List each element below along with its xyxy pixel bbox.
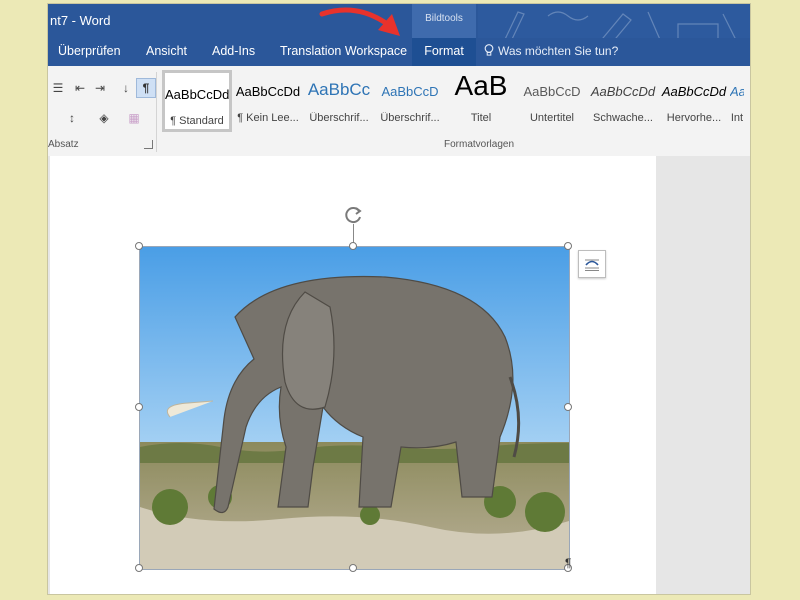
style-item[interactable]: AaBbCcDd Hervorhe...	[659, 70, 729, 132]
group-divider	[156, 72, 157, 152]
shading-icon: ◈	[99, 111, 109, 125]
style-name: Schwache...	[593, 112, 653, 124]
style-name: Int	[730, 112, 744, 124]
decrease-indent-button[interactable]: ⇤	[70, 78, 90, 98]
resize-handle-bottom-left[interactable]	[135, 564, 143, 572]
style-preview: AaBbCcDd	[165, 87, 229, 102]
resize-handle-top-right[interactable]	[564, 242, 572, 250]
layout-options-button[interactable]	[578, 250, 606, 278]
tab-ueberpruefen[interactable]: Überprüfen	[58, 38, 121, 66]
style-preview: AaBbCcDd	[235, 84, 301, 99]
resize-handle-top-left[interactable]	[135, 242, 143, 250]
line-spacing-icon: ↕	[69, 111, 75, 125]
context-group-label: Bildtools	[425, 13, 463, 24]
paragraph-mark: ¶	[565, 556, 572, 570]
style-preview: AaBbCcDd	[590, 84, 656, 99]
sort-button[interactable]: ↓	[116, 78, 136, 98]
ribbon: ☰ ⇤ ⇥ ↓ ¶ ↕ ◈ ▦ Absatz AaBbCcDd ¶ Standar…	[48, 66, 750, 157]
sort-icon: ↓	[123, 81, 129, 95]
style-preview: AaBbCcDd	[730, 84, 744, 99]
borders-button[interactable]: ▦	[124, 108, 144, 128]
word-window: nt7 - Word Bildtools Überprüfen Ansicht …	[48, 4, 750, 594]
elephant-image-icon	[140, 247, 569, 569]
style-name: Überschrif...	[380, 112, 440, 124]
style-item[interactable]: AaBbCcDd ¶ Kein Lee...	[233, 70, 303, 132]
borders-icon: ▦	[128, 111, 140, 125]
elephant-photo[interactable]	[139, 246, 570, 570]
show-formatting-button[interactable]: ¶	[136, 78, 156, 98]
style-preview: AaBbCcD	[381, 84, 439, 99]
paragraph-group-label: Absatz	[48, 139, 79, 150]
text-wrap-icon	[585, 259, 599, 271]
window-title: nt7 - Word	[50, 13, 111, 28]
style-name: Titel	[470, 112, 492, 124]
resize-handle-top[interactable]	[349, 242, 357, 250]
style-name: Hervorhe...	[666, 112, 722, 124]
resize-handle-bottom[interactable]	[349, 564, 357, 572]
resize-handle-right[interactable]	[564, 403, 572, 411]
list-icon: ☰	[52, 81, 64, 95]
paragraph-dialog-launcher[interactable]	[144, 140, 153, 149]
style-name: ¶ Kein Lee...	[237, 112, 299, 124]
bullets-dropdown[interactable]: ☰	[48, 78, 68, 98]
decrease-indent-icon: ⇤	[74, 81, 86, 95]
resize-handle-left[interactable]	[135, 403, 143, 411]
rotate-handle-icon[interactable]	[342, 204, 364, 226]
document-workspace: ¶	[48, 156, 750, 594]
style-item[interactable]: AaBbCcDd Schwache...	[588, 70, 658, 132]
tab-ansicht[interactable]: Ansicht	[146, 38, 187, 66]
line-spacing-button[interactable]: ↕	[62, 108, 82, 128]
increase-indent-button[interactable]: ⇥	[90, 78, 110, 98]
style-name: Überschrif...	[309, 112, 369, 124]
show-formatting-icon: ¶	[142, 81, 150, 95]
tab-add-ins[interactable]: Add-Ins	[212, 38, 255, 66]
tab-format[interactable]: Format	[412, 38, 476, 68]
style-name: Untertitel	[529, 112, 575, 124]
annotation-arrow-icon	[319, 7, 400, 36]
style-item[interactable]: AaBbCcD Untertitel	[517, 70, 587, 132]
style-item[interactable]: AaB Titel	[446, 70, 516, 132]
style-item[interactable]: AaBbCc Überschrif...	[304, 70, 374, 132]
style-item[interactable]: AaBbCcDd ¶ Standard	[162, 70, 232, 132]
style-preview: AaB	[454, 70, 508, 101]
style-preview: AaBbCcDd	[661, 84, 727, 99]
style-preview: AaBbCcD	[523, 84, 581, 99]
style-item[interactable]: AaBbCcDd Int	[730, 70, 744, 132]
style-name: ¶ Standard	[170, 115, 224, 127]
tell-me-label: Was möchten Sie tun?	[498, 44, 619, 58]
styles-group-label: Formatvorlagen	[444, 139, 515, 150]
document-page[interactable]: ¶	[50, 156, 656, 594]
style-item[interactable]: AaBbCcD Überschrif...	[375, 70, 445, 132]
lightbulb-icon	[484, 44, 494, 56]
style-preview: AaBbCc	[307, 80, 371, 99]
tell-me-box[interactable]: Was möchten Sie tun?	[482, 38, 618, 66]
shading-button[interactable]: ◈	[94, 108, 114, 128]
increase-indent-icon: ⇥	[94, 81, 106, 95]
